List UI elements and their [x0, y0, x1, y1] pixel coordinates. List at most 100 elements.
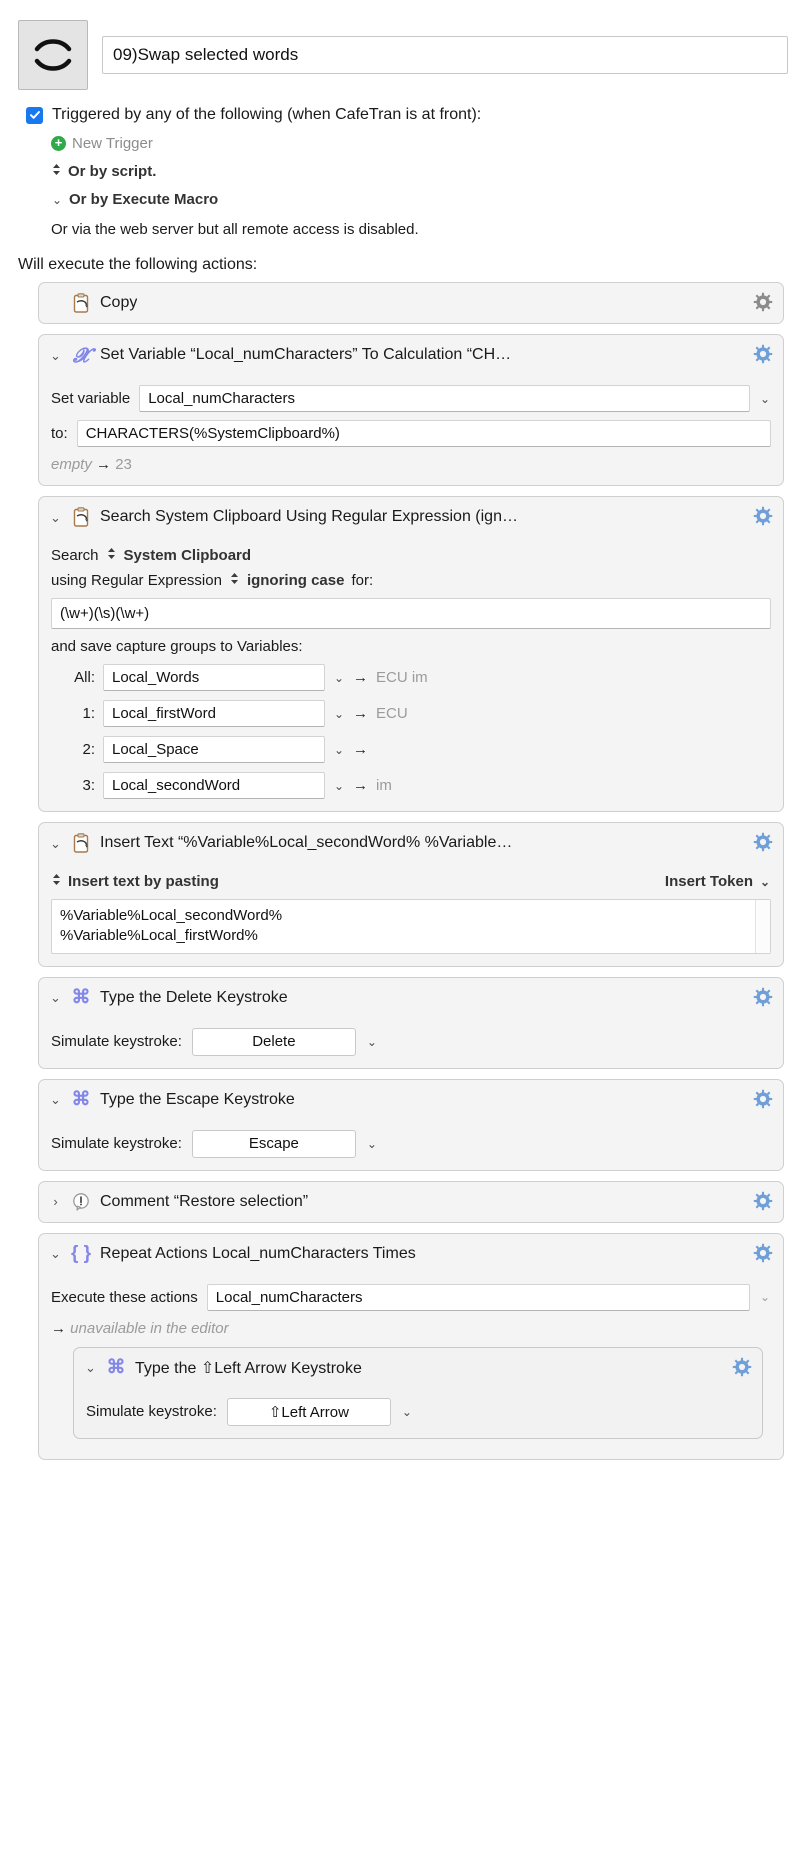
repeat-result-text: unavailable in the editor	[70, 1319, 229, 1337]
action-title-row[interactable]: ⌄ { } Repeat Actions Local_numCharacters…	[39, 1234, 783, 1274]
chevron-down-icon[interactable]: ⌄	[366, 1137, 378, 1151]
action-title: Copy	[100, 294, 138, 311]
keystroke-value: Delete	[252, 1033, 296, 1050]
actions-list: Copy ⌄ 𝓧 Set Variable “Local_numCharacte…	[0, 274, 800, 1460]
chevron-down-icon[interactable]: ⌄	[333, 743, 345, 757]
action-comment[interactable]: › Comment “Restore selection”	[38, 1180, 784, 1223]
triggers-section: Triggered by any of the following (when …	[0, 90, 800, 238]
insert-mode-selector[interactable]: Insert text by pasting	[51, 873, 219, 890]
gear-icon[interactable]	[753, 344, 773, 364]
action-title-row[interactable]: ⌄ Insert Text “%Variable%Local_secondWor…	[39, 823, 783, 863]
regex-input[interactable]: (\w+)(\s)(\w+)	[51, 598, 771, 629]
gear-icon[interactable]	[753, 987, 773, 1007]
keystroke-input[interactable]: Delete	[191, 1027, 356, 1056]
disclosure-chevron-icon[interactable]: ›	[49, 1195, 62, 1208]
repeat-count-row: Execute these actions Local_numCharacter…	[51, 1283, 771, 1311]
search-source-value[interactable]: System Clipboard	[124, 547, 252, 564]
case-option-value[interactable]: ignoring case	[247, 572, 345, 589]
or-by-execute-macro-row[interactable]: ⌄ Or by Execute Macro	[26, 191, 788, 208]
capture-group-input[interactable]: Local_Space	[103, 736, 325, 763]
updown-chevron-icon[interactable]	[229, 572, 240, 589]
for-label: for:	[351, 572, 374, 589]
calculation-input[interactable]: CHARACTERS(%SystemClipboard%)	[76, 420, 771, 447]
gear-icon[interactable]	[753, 1089, 773, 1109]
action-title: Repeat Actions Local_numCharacters Times	[100, 1244, 416, 1262]
capture-groups-header: and save capture groups to Variables:	[51, 638, 303, 655]
gear-icon[interactable]	[753, 1191, 773, 1211]
disclosure-chevron-icon[interactable]: ⌄	[49, 837, 62, 850]
chevron-down-icon[interactable]: ⌄	[333, 707, 345, 721]
result-from: empty	[51, 456, 92, 473]
actions-header: Will execute the following actions:	[18, 256, 258, 273]
capture-group-value: Local_Space	[112, 741, 199, 758]
add-trigger-icon[interactable]: +	[51, 136, 66, 151]
action-type-delete[interactable]: ⌄ ⌘ Type the Delete Keystroke Simulate k…	[38, 976, 784, 1069]
macro-name-input[interactable]: 09)Swap selected words	[102, 36, 788, 74]
disclosure-chevron-icon[interactable]: ⌄	[49, 991, 62, 1004]
chevron-down-icon[interactable]: ⌄	[759, 1290, 771, 1304]
clipboard-paste-icon	[70, 832, 92, 854]
action-title-row[interactable]: ⌄ ⌘ Type the ⇧Left Arrow Keystroke	[74, 1348, 762, 1388]
action-title-row[interactable]: ⌄ ⌘ Type the Delete Keystroke	[39, 978, 783, 1018]
capture-group-input[interactable]: Local_firstWord	[103, 700, 325, 727]
chevron-down-icon[interactable]: ⌄	[333, 779, 345, 793]
insert-text-textarea[interactable]: %Variable%Local_secondWord% %Variable%Lo…	[51, 899, 771, 954]
command-key-icon: ⌘	[106, 1357, 126, 1378]
or-by-execute-macro-label: Or by Execute Macro	[69, 191, 219, 208]
keystroke-input[interactable]: ⇧Left Arrow	[226, 1397, 391, 1426]
result-to: 23	[115, 456, 132, 473]
chevron-down-icon[interactable]: ⌄	[333, 671, 345, 685]
new-trigger-label: New Trigger	[72, 135, 153, 152]
disclosure-chevron-icon[interactable]: ⌄	[49, 511, 62, 524]
chevron-down-icon[interactable]: ⌄	[401, 1405, 413, 1419]
action-title: Type the Delete Keystroke	[100, 988, 288, 1006]
action-body: Insert text by pasting Insert Token ⌄ %V…	[39, 863, 783, 966]
simulate-keystroke-label: Simulate keystroke:	[51, 1135, 182, 1152]
calculation-row: to: CHARACTERS(%SystemClipboard%)	[51, 420, 771, 447]
regex-value: (\w+)(\s)(\w+)	[60, 605, 150, 622]
capture-group-input[interactable]: Local_secondWord	[103, 772, 325, 799]
action-repeat[interactable]: ⌄ { } Repeat Actions Local_numCharacters…	[38, 1232, 784, 1460]
chevron-down-icon[interactable]: ⌄	[759, 392, 771, 406]
action-title-row[interactable]: ⌄ Search System Clipboard Using Regular …	[39, 497, 783, 537]
capture-group-value: Local_Words	[112, 669, 200, 686]
repeat-result-preview: → unavailable in the editor	[51, 1320, 771, 1337]
search-source-row: Search System Clipboard	[51, 547, 771, 564]
gear-icon[interactable]	[753, 506, 773, 526]
swap-arcs-icon[interactable]	[18, 20, 88, 90]
chevron-down-icon[interactable]: ⌄	[366, 1035, 378, 1049]
variable-name-input[interactable]: Local_numCharacters	[139, 385, 750, 412]
updown-chevron-icon[interactable]	[106, 547, 117, 564]
action-copy[interactable]: Copy	[38, 282, 784, 324]
insert-options-row: Insert text by pasting Insert Token ⌄	[51, 873, 771, 890]
disclosure-chevron-icon[interactable]: ⌄	[49, 1093, 62, 1106]
action-title-row[interactable]: ⌄ ⌘ Type the Escape Keystroke	[39, 1080, 783, 1120]
insert-token-menu[interactable]: Insert Token ⌄	[665, 873, 771, 890]
gear-icon[interactable]	[753, 832, 773, 852]
gear-icon[interactable]	[753, 1243, 773, 1263]
action-title: Insert Text “%Variable%Local_secondWord%…	[100, 834, 513, 851]
disclosure-chevron-icon[interactable]: ⌄	[84, 1361, 97, 1374]
action-search-clipboard[interactable]: ⌄ Search System Clipboard Using Regular …	[38, 496, 784, 812]
action-type-left-arrow[interactable]: ⌄ ⌘ Type the ⇧Left Arrow Keystroke Simul…	[73, 1346, 763, 1439]
new-trigger-row[interactable]: + New Trigger	[26, 135, 788, 152]
keystroke-input[interactable]: Escape	[191, 1129, 356, 1158]
action-title-row[interactable]: › Comment “Restore selection”	[39, 1182, 783, 1222]
capture-group-input[interactable]: Local_Words	[103, 664, 325, 691]
textarea-scrollbar[interactable]	[755, 900, 770, 953]
action-set-variable[interactable]: ⌄ 𝓧 Set Variable “Local_numCharacters” T…	[38, 334, 784, 486]
capture-group-value: Local_firstWord	[112, 705, 216, 722]
action-insert-text[interactable]: ⌄ Insert Text “%Variable%Local_secondWor…	[38, 822, 784, 967]
trigger-main-label: Triggered by any of the following (when …	[52, 106, 482, 123]
action-title-row[interactable]: Copy	[39, 283, 783, 323]
disclosure-chevron-icon[interactable]: ⌄	[49, 349, 62, 362]
trigger-enabled-checkbox[interactable]	[26, 106, 43, 124]
action-title-row[interactable]: ⌄ 𝓧 Set Variable “Local_numCharacters” T…	[39, 335, 783, 375]
gear-icon[interactable]	[732, 1357, 752, 1377]
gear-icon[interactable]	[753, 292, 773, 312]
or-by-script-row[interactable]: Or by script.	[26, 163, 788, 180]
disclosure-chevron-icon[interactable]: ⌄	[49, 1247, 62, 1260]
capture-group-label: All:	[74, 669, 95, 686]
repeat-count-input[interactable]: Local_numCharacters	[206, 1283, 750, 1311]
action-type-escape[interactable]: ⌄ ⌘ Type the Escape Keystroke Simulate k…	[38, 1078, 784, 1171]
